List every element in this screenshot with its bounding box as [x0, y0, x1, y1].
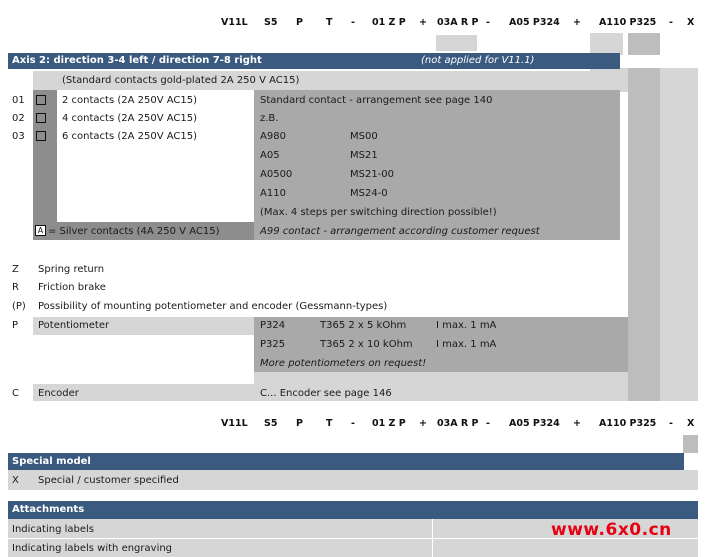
contact-code-03: 03 [12, 131, 25, 142]
code-a05p324: A05 P324 [509, 17, 560, 28]
pot-spec-1: T365 2 x 10 kOhm [320, 339, 413, 350]
arrangement-a-0: A980 [260, 131, 286, 142]
special-model-code: X [12, 475, 19, 486]
axis-header-bar: Axis 2: direction 3-4 left / direction 7… [8, 53, 620, 69]
silver-box-a[interactable]: A [35, 225, 46, 236]
code-b-t: T [326, 418, 333, 429]
pot-spec-0: T365 2 x 5 kOhm [320, 320, 407, 331]
code-03arp: 03A R P [437, 17, 479, 28]
arrangement-b-0: MS00 [350, 131, 378, 142]
connector-x-bottom [683, 435, 698, 453]
attachments-title: Attachments [12, 504, 85, 515]
arrangement-a-1: A05 [260, 150, 280, 161]
special-model-title: Special model [12, 456, 91, 467]
code-v11l: V11L [221, 17, 248, 28]
arrangement-max-note: (Max. 4 steps per switching direction po… [260, 207, 497, 218]
attachment-item-0: Indicating labels [12, 524, 94, 535]
pot-type-0: P324 [260, 320, 286, 331]
arrangement-a-2: A0500 [260, 169, 293, 180]
code-b-x: X [687, 418, 695, 429]
code-t: T [326, 17, 333, 28]
code-plus-1: + [419, 17, 427, 28]
code-b-a110p325: A110 P325 [599, 418, 657, 429]
code-a110p325: A110 P325 [599, 17, 657, 28]
code-s5: S5 [264, 17, 278, 28]
option-label-z: Spring return [38, 264, 105, 275]
option-label-r: Friction brake [38, 282, 106, 293]
code-plus-2: + [573, 17, 581, 28]
special-model-header: Special model [8, 453, 684, 470]
arrangement-b-2: MS21-00 [350, 169, 395, 180]
pot-imax-0: I max. 1 mA [436, 320, 497, 331]
code-b-dash-1: - [351, 418, 355, 429]
pot-type-1: P325 [260, 339, 286, 350]
axis-header-title: Axis 2: direction 3-4 left / direction 7… [12, 55, 262, 66]
code-b-dash-3: - [669, 418, 673, 429]
option-label-p-paren: Possibility of mounting potentiometer an… [38, 301, 388, 312]
code-b-plus-2: + [573, 418, 581, 429]
option-code-r: R [12, 282, 19, 293]
contact-label-01: 2 contacts (2A 250V AC15) [62, 95, 198, 106]
options-block: Z Spring return R Friction brake (P) Pos… [8, 258, 628, 318]
code-b-a05p324: A05 P324 [509, 418, 560, 429]
code-b-dash-2: - [486, 418, 490, 429]
option-code-p-paren: (P) [12, 301, 26, 312]
contact-code-01: 01 [12, 95, 25, 106]
code-b-p: P [296, 418, 303, 429]
silver-label: = Silver contacts (4A 250 V AC15) [48, 226, 220, 237]
special-model-label: Special / customer specified [38, 475, 179, 486]
code-dash-2: - [486, 17, 490, 28]
arrangement-b-1: MS21 [350, 150, 378, 161]
potentiometer-code: P [12, 320, 19, 331]
arrangement-heading: Standard contact - arrangement see page … [260, 95, 493, 106]
connector-03arp [436, 35, 477, 51]
contacts-list-panel [57, 90, 254, 222]
connector-a110 [590, 33, 623, 55]
code-p: P [296, 17, 303, 28]
code-x: X [687, 17, 695, 28]
code-b-v11l: V11L [221, 418, 248, 429]
encoder-gap-bg [254, 372, 628, 384]
checkbox-03[interactable] [36, 131, 46, 141]
arrangement-b-3: MS24-0 [350, 188, 388, 199]
checkbox-02[interactable] [36, 113, 46, 123]
pot-more: More potentiometers on request! [260, 358, 427, 369]
code-b-plus-1: + [419, 418, 427, 429]
code-b-s5: S5 [264, 418, 278, 429]
checkbox-01[interactable] [36, 95, 46, 105]
axis-header-note: (not applied for V11.1) [421, 55, 535, 66]
code-dash-3: - [669, 17, 673, 28]
connector-p325-long [628, 68, 660, 401]
pot-imax-1: I max. 1 mA [436, 339, 497, 350]
arrangement-a99: A99 contact - arrangement according cust… [260, 226, 540, 237]
watermark: www.6x0.cn [551, 520, 672, 540]
code-01zp: 01 Z P [372, 17, 406, 28]
contact-code-02: 02 [12, 113, 25, 124]
code-b-01zp: 01 Z P [372, 418, 406, 429]
encoder-ref: C... Encoder see page 146 [260, 388, 392, 399]
arrangement-a-3: A110 [260, 188, 286, 199]
attachments-row-1-right [433, 539, 698, 557]
contact-label-02: 4 contacts (2A 250V AC15) [62, 113, 198, 124]
potentiometer-label: Potentiometer [38, 320, 110, 331]
option-code-z: Z [12, 264, 19, 275]
attachment-item-1: Indicating labels with engraving [12, 543, 173, 554]
connector-x [660, 68, 698, 401]
encoder-code: C [12, 388, 19, 399]
arrangement-zb: z.B. [260, 113, 279, 124]
code-b-03arp: 03A R P [437, 418, 479, 429]
code-dash-1: - [351, 17, 355, 28]
attachments-header: Attachments [8, 501, 698, 519]
contacts-intro: (Standard contacts gold-plated 2A 250 V … [62, 75, 300, 86]
connector-p325 [628, 33, 660, 55]
encoder-label: Encoder [38, 388, 79, 399]
contact-label-03: 6 contacts (2A 250V AC15) [62, 131, 198, 142]
